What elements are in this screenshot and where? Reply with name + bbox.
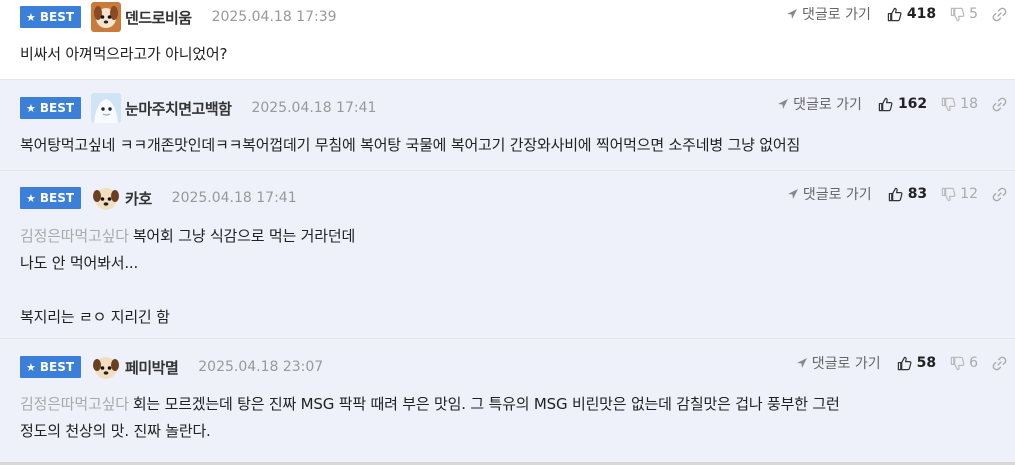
best-badge-label: BEST	[39, 101, 75, 115]
goto-reply-label: 댓글로 가기	[801, 7, 871, 23]
best-badge-label: BEST	[39, 10, 75, 24]
like-count: 418	[906, 6, 937, 22]
dislike-count: 5	[969, 6, 978, 22]
comment-date: 2025.04.18 17:39	[211, 9, 337, 25]
thumbs-down-icon	[941, 97, 956, 111]
comment-body: 김정은따먹고싶다 복어회 그냥 식감으로 먹는 거라던데 나도 안 먹어봐서...…	[20, 223, 995, 331]
dislike-button[interactable]: 5	[950, 6, 978, 22]
thumbs-up-icon	[888, 187, 903, 201]
like-button[interactable]: 162	[878, 96, 927, 112]
comment-actions: 댓글로 가기 418 5	[786, 4, 1007, 24]
goto-reply-button[interactable]: 댓글로 가기	[787, 184, 872, 204]
link-icon	[992, 356, 1007, 370]
best-badge-label: BEST	[39, 191, 75, 205]
comment-item: ★BEST 페미박멸 2025.04.18 23:07 댓글로 가기 58 6	[0, 339, 1015, 465]
comment-actions: 댓글로 가기 58 6	[796, 353, 1007, 373]
comment-body: 복어탕먹고싶네 ㅋㅋ개존맛인데ㅋㅋ복어껍데기 무침에 복어탕 국물에 복어고기 …	[20, 132, 995, 159]
dislike-button[interactable]: 18	[941, 96, 978, 112]
best-badge: ★ BEST	[20, 356, 82, 378]
comment-actions: 댓글로 가기 83 12	[787, 184, 1007, 204]
link-button[interactable]	[992, 7, 1007, 22]
best-badge: ★ BEST	[20, 187, 82, 209]
nickname[interactable]: 카호	[125, 188, 152, 209]
comment-header: ★ BEST 페미박멸 2025.04.18 23:07	[20, 352, 323, 382]
avatar[interactable]	[91, 183, 121, 213]
arrow-icon	[787, 189, 798, 199]
goto-reply-button[interactable]: 댓글로 가기	[796, 353, 881, 373]
like-button[interactable]: 58	[897, 355, 936, 371]
dislike-button[interactable]: 12	[941, 186, 978, 202]
avatar[interactable]	[91, 2, 122, 32]
arrow-icon	[786, 9, 797, 19]
goto-reply-label: 댓글로 가기	[811, 356, 881, 372]
best-badge: ★ BEST	[20, 97, 82, 119]
star-icon: ★	[26, 101, 36, 115]
thumbs-up-icon	[887, 7, 902, 21]
thumbs-down-icon	[950, 356, 965, 370]
link-button[interactable]	[992, 356, 1007, 371]
comment-item: ★ BEST 덴드로비움 2025.04.18 17:39 댓글로 가기 418 …	[0, 0, 1015, 80]
comment-header: ★ BEST 카호 2025.04.18 17:41	[20, 183, 297, 213]
nickname[interactable]: 눈마주치면고백함	[125, 98, 232, 119]
comment-line-text: 복어회 그냥 식감으로 먹는 거라던데	[132, 227, 356, 245]
dislike-count: 12	[960, 186, 978, 202]
comment-line: 김정은따먹고싶다 복어회 그냥 식감으로 먹는 거라던데	[20, 223, 995, 250]
link-button[interactable]	[992, 97, 1007, 112]
goto-reply-label: 댓글로 가기	[793, 97, 862, 113]
comment-header: ★ BEST 눈마주치면고백함 2025.04.18 17:41	[20, 93, 376, 123]
comment-line: 복지리는 ㄹㅇ 지리긴 함	[20, 308, 170, 326]
comment-body: 비싸서 아껴먹으라고가 아니었어?	[20, 41, 995, 68]
best-badge: ★ BEST	[20, 6, 82, 28]
star-icon: ★	[26, 10, 36, 24]
comment-line: 정도의 천상의 맛. 진짜 놀란다.	[20, 422, 211, 440]
goto-reply-button[interactable]: 댓글로 가기	[777, 94, 862, 114]
comment-line: 김정은따먹고싶다 회는 모르겠는데 탕은 진짜 MSG 팍팍 때려 부은 맛임. …	[20, 391, 995, 418]
like-count: 162	[897, 96, 928, 112]
comment-line: 복어탕먹고싶네 ㅋㅋ개존맛인데ㅋㅋ복어껍데기 무침에 복어탕 국물에 복어고기 …	[20, 136, 801, 154]
link-icon	[992, 7, 1007, 21]
nickname[interactable]: 덴드로비움	[125, 7, 192, 28]
dislike-count: 18	[960, 96, 978, 112]
comment-date: 2025.04.18 17:41	[171, 190, 297, 206]
dislike-button[interactable]: 6	[950, 355, 978, 371]
best-badge-label: BEST	[39, 360, 75, 374]
comment-date: 2025.04.18 17:41	[251, 100, 377, 116]
arrow-icon	[796, 358, 807, 368]
star-icon: ★	[26, 191, 36, 205]
nickname[interactable]: 페미박멸	[125, 357, 179, 378]
avatar[interactable]	[91, 352, 121, 382]
comment-item: ★BEST 카호 2025.04.18 17:41 댓글로 가기 83 12	[0, 171, 1015, 339]
thumbs-down-icon	[941, 187, 956, 201]
comment-line: 비싸서 아껴먹으라고가 아니었어?	[20, 45, 228, 63]
goto-reply-button[interactable]: 댓글로 가기	[786, 4, 871, 24]
comment-line-text: 회는 모르겠는데 탕은 진짜 MSG 팍팍 때려 부은 맛임. 그 특유의 MS…	[132, 395, 840, 413]
mention-nickname[interactable]: 김정은따먹고싶다	[20, 395, 129, 413]
avatar[interactable]	[91, 93, 122, 123]
link-button[interactable]	[992, 187, 1007, 202]
like-count: 58	[916, 355, 937, 371]
comment-actions: 댓글로 가기 162 18	[777, 94, 1007, 114]
like-count: 83	[907, 186, 928, 202]
arrow-icon	[778, 99, 789, 109]
dislike-count: 6	[969, 355, 978, 371]
like-button[interactable]: 83	[888, 186, 927, 202]
link-icon	[992, 97, 1007, 111]
link-icon	[992, 187, 1007, 201]
comment-line	[20, 277, 995, 304]
like-button[interactable]: 418	[887, 6, 936, 22]
comment-line: 나도 안 먹어봐서...	[20, 254, 139, 272]
thumbs-up-icon	[878, 97, 893, 111]
thumbs-up-icon	[897, 356, 912, 370]
comment-item: ★ BEST 눈마주치면고백함 2025.04.18 17:41 댓글로 가기 1…	[0, 80, 1015, 171]
comment-body: 김정은따먹고싶다 회는 모르겠는데 탕은 진짜 MSG 팍팍 때려 부은 맛임. …	[20, 391, 995, 445]
mention-nickname[interactable]: 김정은따먹고싶다	[20, 227, 129, 245]
goto-reply-label: 댓글로 가기	[802, 187, 872, 203]
comment-header: ★ BEST 덴드로비움 2025.04.18 17:39	[20, 2, 337, 32]
star-icon: ★	[26, 360, 36, 374]
thumbs-down-icon	[950, 7, 965, 21]
comment-list: ★ BEST 덴드로비움 2025.04.18 17:39 댓글로 가기 418 …	[0, 0, 1015, 465]
comment-date: 2025.04.18 23:07	[198, 359, 324, 375]
